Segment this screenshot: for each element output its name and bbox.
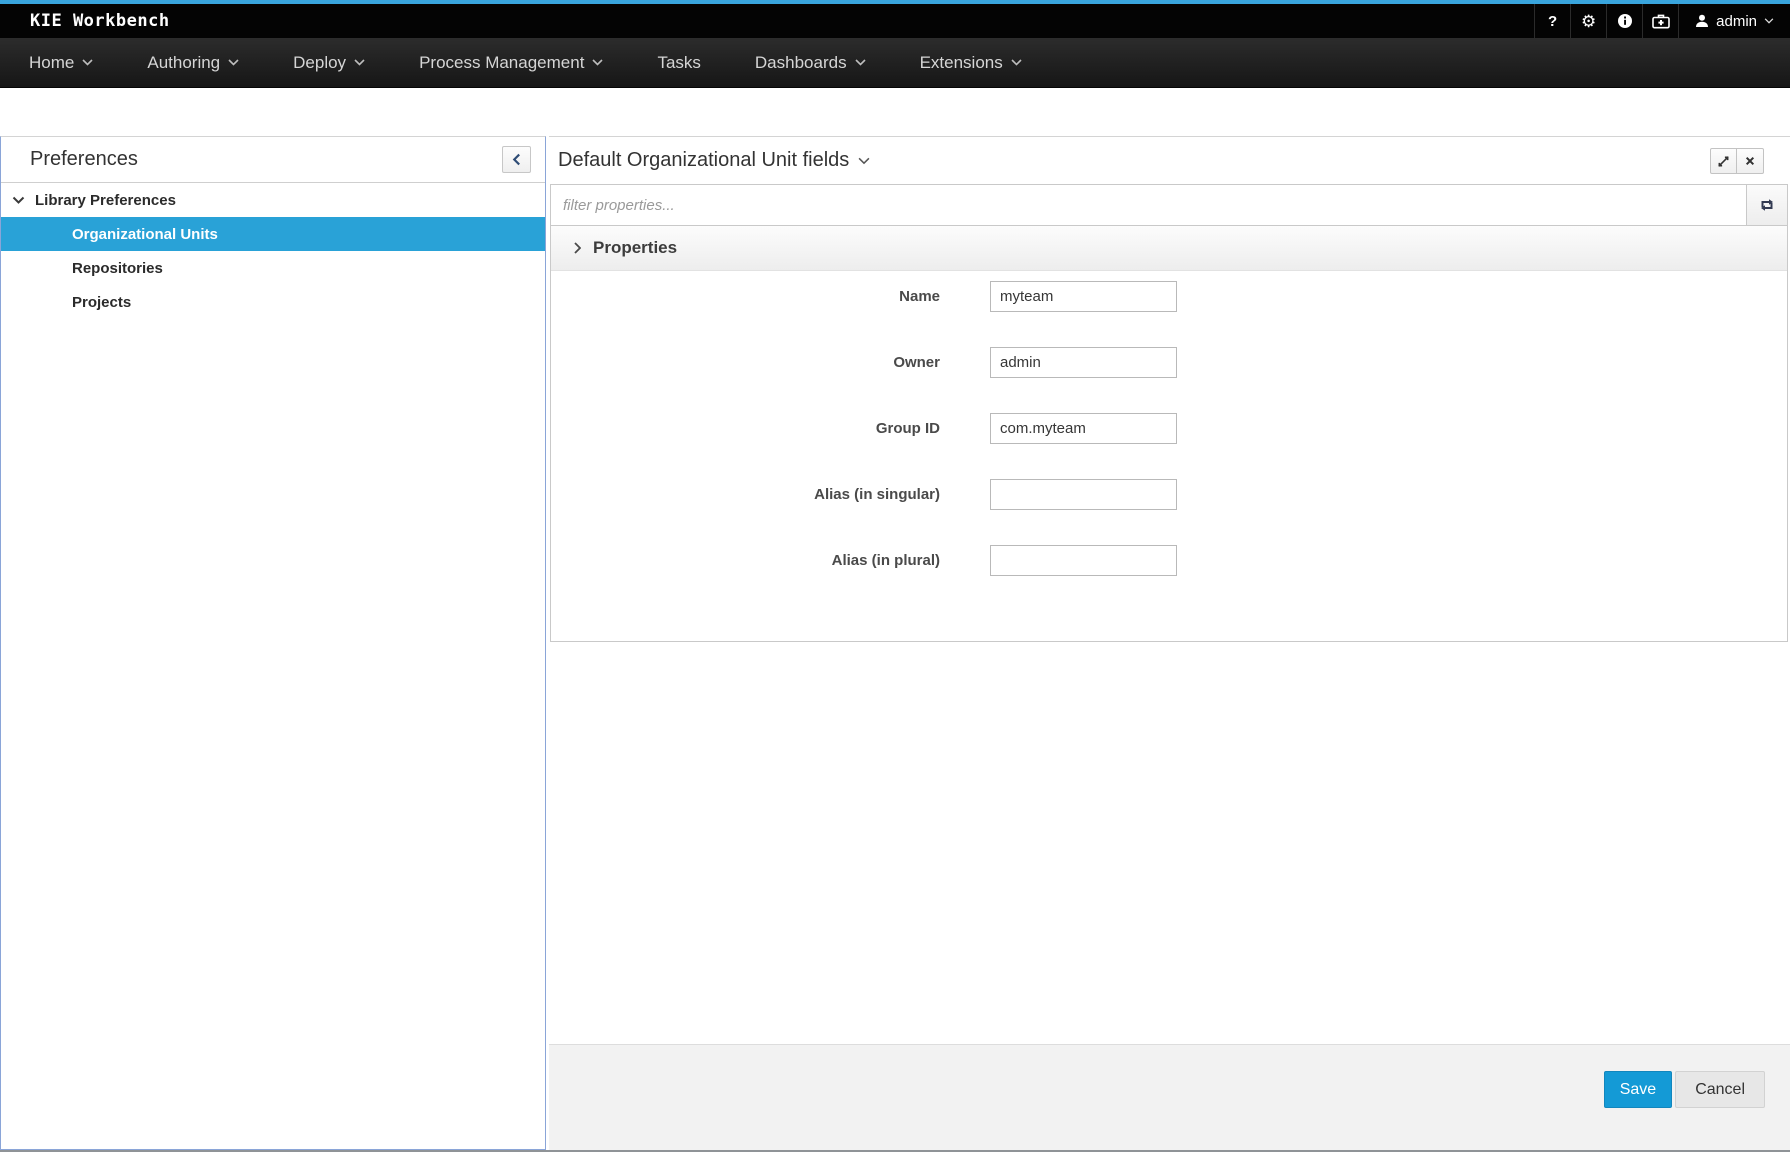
editor-panel: Default Organizational Unit fields (549, 136, 1790, 1150)
chevron-down-icon (592, 59, 603, 66)
nav-item-extensions[interactable]: Extensions (893, 38, 1049, 87)
editor-title-dropdown[interactable]: Default Organizational Unit fields (549, 137, 1790, 184)
nav-label: Process Management (419, 53, 584, 73)
user-name: admin (1716, 13, 1757, 30)
nav-label: Tasks (657, 53, 700, 73)
cancel-button[interactable]: Cancel (1675, 1071, 1765, 1108)
form-row-alias-singular: Alias (in singular) (551, 478, 1787, 511)
preferences-panel: Preferences Library Preferences Organiza… (0, 136, 546, 1150)
nav-item-deploy[interactable]: Deploy (266, 38, 392, 87)
masthead: KIE Workbench ? ⚙ admin (0, 4, 1790, 38)
form-row-alias-plural: Alias (in plural) (551, 544, 1787, 577)
chevron-down-icon (1011, 59, 1022, 66)
alias-singular-input[interactable] (990, 479, 1177, 510)
admin-tools-button[interactable] (1642, 4, 1678, 38)
alias-plural-input[interactable] (990, 545, 1177, 576)
info-button[interactable] (1606, 4, 1642, 38)
panel-window-controls (1710, 148, 1764, 174)
nav-item-dashboards[interactable]: Dashboards (728, 38, 893, 87)
collapse-panel-button[interactable] (502, 146, 531, 173)
preferences-tree: Library Preferences Organizational Units… (1, 182, 545, 319)
chevron-down-icon (354, 59, 365, 66)
chevron-left-icon (512, 153, 521, 166)
medkit-icon (1652, 14, 1670, 29)
form-row-owner: Owner (551, 346, 1787, 379)
form-row-name: Name (551, 280, 1787, 313)
close-icon (1745, 156, 1755, 166)
owner-input[interactable] (990, 347, 1177, 378)
tree-item-repositories[interactable]: Repositories (1, 251, 545, 285)
user-icon (1695, 14, 1709, 28)
masthead-utilities: ? ⚙ admin (1534, 4, 1790, 38)
alias-plural-label: Alias (in plural) (551, 552, 940, 569)
form-footer: Save Cancel (549, 1044, 1790, 1150)
chevron-right-icon (574, 242, 581, 254)
owner-label: Owner (551, 354, 940, 371)
nav-label: Home (29, 53, 74, 73)
expand-icon (1717, 155, 1730, 168)
chevron-down-icon (855, 59, 866, 66)
filter-bar (551, 185, 1787, 226)
close-button[interactable] (1737, 148, 1764, 174)
app-logo: KIE Workbench (0, 11, 170, 31)
save-button[interactable]: Save (1604, 1071, 1672, 1108)
tree-item-label: Repositories (72, 260, 163, 277)
reload-properties-button[interactable] (1746, 185, 1787, 225)
properties-form: Name Owner Group ID Alias (in singular) … (551, 271, 1787, 641)
panel-title: Preferences (1, 137, 545, 182)
help-icon: ? (1548, 13, 1557, 30)
chevron-down-icon[interactable] (12, 196, 25, 204)
filter-properties-input[interactable] (551, 185, 1746, 225)
name-label: Name (551, 288, 940, 305)
nav-item-tasks[interactable]: Tasks (630, 38, 727, 87)
nav-item-process-management[interactable]: Process Management (392, 38, 630, 87)
name-input[interactable] (990, 281, 1177, 312)
nav-label: Extensions (920, 53, 1003, 73)
nav-item-authoring[interactable]: Authoring (120, 38, 266, 87)
page-title: Default Organizational Unit fields (558, 137, 849, 184)
chevron-down-icon (228, 59, 239, 66)
properties-section-toggle[interactable]: Properties (551, 226, 1787, 271)
chevron-down-icon (82, 59, 93, 66)
chevron-down-icon (1764, 18, 1774, 24)
tree-item-label: Library Preferences (35, 192, 176, 209)
group-id-input[interactable] (990, 413, 1177, 444)
refresh-loop-icon (1759, 198, 1775, 212)
settings-button[interactable]: ⚙ (1570, 4, 1606, 38)
tree-item-library-preferences[interactable]: Library Preferences (1, 183, 545, 217)
form-row-group-id: Group ID (551, 412, 1787, 445)
alias-singular-label: Alias (in singular) (551, 486, 940, 503)
tree-item-label: Organizational Units (72, 226, 218, 243)
nav-label: Authoring (147, 53, 220, 73)
property-editor: Properties Name Owner Group ID Alias (in… (550, 184, 1788, 642)
user-menu[interactable]: admin (1678, 4, 1790, 38)
section-title: Properties (593, 238, 677, 258)
chevron-down-icon (858, 157, 870, 165)
nav-item-home[interactable]: Home (2, 38, 120, 87)
group-id-label: Group ID (551, 420, 940, 437)
gear-icon: ⚙ (1581, 13, 1596, 30)
help-button[interactable]: ? (1534, 4, 1570, 38)
tree-item-projects[interactable]: Projects (1, 285, 545, 319)
main-nav: Home Authoring Deploy Process Management… (0, 38, 1790, 88)
tree-item-organizational-units[interactable]: Organizational Units (1, 217, 545, 251)
nav-label: Dashboards (755, 53, 847, 73)
maximize-button[interactable] (1710, 148, 1737, 174)
info-circle-icon (1617, 13, 1633, 29)
editor-panel-header: Default Organizational Unit fields (549, 137, 1790, 184)
tree-item-label: Projects (72, 294, 131, 311)
preferences-panel-header: Preferences (1, 137, 545, 182)
nav-label: Deploy (293, 53, 346, 73)
